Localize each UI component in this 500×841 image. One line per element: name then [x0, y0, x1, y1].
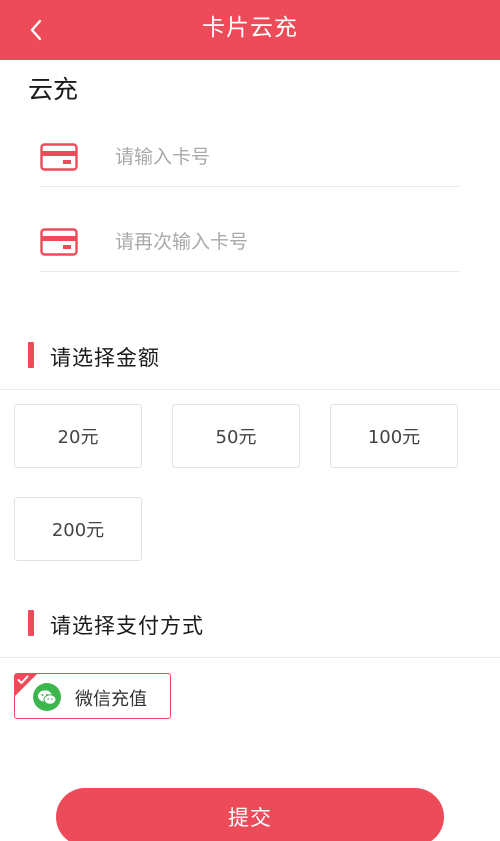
- payment-option-label: 微信充值: [75, 689, 147, 710]
- section-label: 云充: [28, 75, 79, 104]
- card-number-confirm-input[interactable]: [115, 224, 445, 260]
- card-number-input[interactable]: [115, 139, 445, 175]
- amount-option-20[interactable]: 20元: [14, 404, 142, 468]
- amount-section-header: 请选择金额: [0, 330, 500, 390]
- payment-section-header: 请选择支付方式: [0, 598, 500, 658]
- header-bar: 卡片云充: [0, 0, 500, 60]
- card-number-confirm-field: [40, 210, 460, 272]
- amount-option-200[interactable]: 200元: [14, 497, 142, 561]
- check-icon: [17, 675, 29, 684]
- credit-card-icon: [40, 228, 78, 256]
- amount-option-100[interactable]: 100元: [330, 404, 458, 468]
- section-accent-bar: [28, 342, 34, 368]
- page-title: 卡片云充: [202, 15, 298, 41]
- credit-card-icon: [40, 143, 78, 171]
- submit-button[interactable]: 提交: [56, 788, 444, 841]
- section-accent-bar: [28, 610, 34, 636]
- wechat-icon: [33, 683, 61, 711]
- amount-option-50[interactable]: 50元: [172, 404, 300, 468]
- card-number-field: [40, 125, 460, 187]
- payment-option-wechat[interactable]: 微信充值: [14, 673, 171, 719]
- amount-section-title: 请选择金额: [50, 346, 160, 370]
- payment-section-title: 请选择支付方式: [50, 614, 204, 638]
